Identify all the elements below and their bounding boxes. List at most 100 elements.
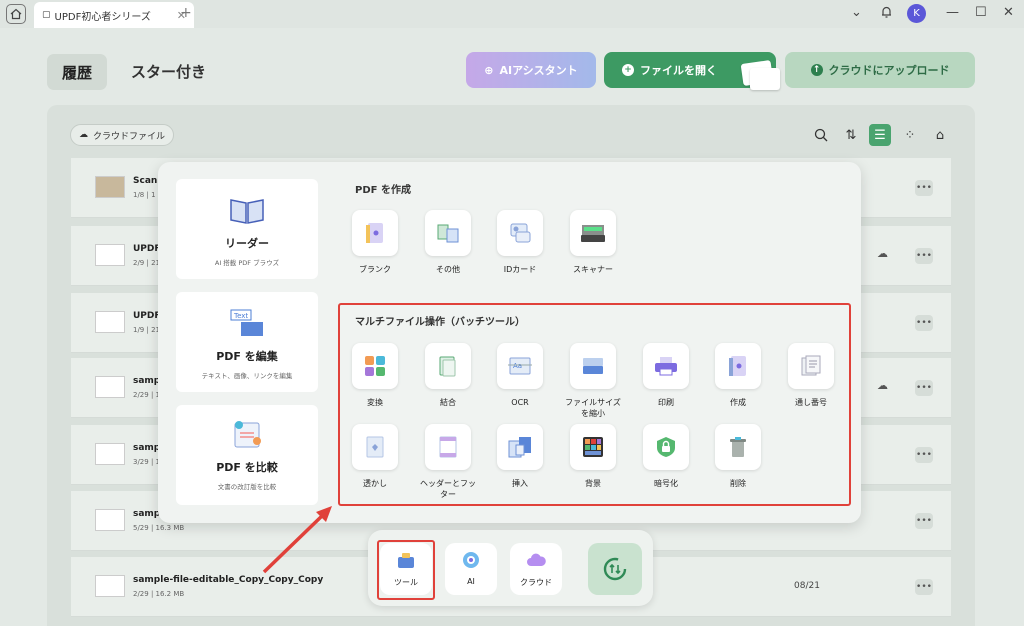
file-thumbnail	[95, 509, 125, 531]
dock-cloud-button[interactable]: クラウド	[510, 543, 562, 595]
tool-label: 結合	[440, 398, 456, 407]
id-card-icon	[510, 223, 531, 243]
create-blank-tool[interactable]: ブランク	[345, 210, 405, 275]
minimize-icon[interactable]: —	[946, 5, 959, 20]
edit-pdf-card[interactable]: Text PDF を編集 テキスト、画像、リンクを編集	[176, 292, 318, 392]
upload-to-cloud-button[interactable]: ↑ クラウドにアップロード	[785, 52, 975, 88]
more-options-button[interactable]: •••	[915, 447, 933, 463]
blank-page-icon	[366, 223, 383, 243]
file-thumbnail	[95, 176, 125, 198]
file-meta: 1/9 | 21	[133, 326, 160, 334]
file-name: UPDF	[133, 244, 161, 254]
more-options-button[interactable]: •••	[915, 248, 933, 264]
batch-compress-tool[interactable]: ファイルサイズを縮小	[563, 343, 623, 419]
grid-view-icon[interactable]: ⁘	[899, 124, 921, 146]
tool-label: 変換	[367, 398, 383, 407]
sync-arrows-icon	[603, 557, 627, 581]
batch-insert-tool[interactable]: 挿入	[490, 424, 550, 489]
file-date: 08/21	[794, 581, 820, 591]
other-formats-icon	[437, 224, 459, 243]
watermark-icon	[366, 436, 384, 458]
dock-ai-button[interactable]: AI	[445, 543, 497, 595]
more-options-button[interactable]: •••	[915, 579, 933, 595]
more-options-button[interactable]: •••	[915, 315, 933, 331]
create-id-card-tool[interactable]: IDカード	[490, 210, 550, 275]
plus-icon: +	[622, 64, 634, 76]
file-meta: 2/29 | 16.2 MB	[133, 590, 185, 598]
ai-target-icon: ⊕	[484, 63, 494, 77]
file-thumbnail	[95, 575, 125, 597]
more-options-button[interactable]: •••	[915, 380, 933, 396]
cloud-sync-icon: ☁	[877, 379, 888, 392]
file-thumbnail	[95, 244, 125, 266]
history-tab[interactable]: 履歴	[47, 54, 107, 90]
search-icon[interactable]	[810, 124, 832, 146]
file-meta: 5/29 | 16.3 MB	[133, 524, 185, 532]
batch-delete-tool[interactable]: 削除	[708, 424, 768, 489]
file-thumbnail	[95, 443, 125, 465]
reader-card[interactable]: リーダー AI 搭載 PDF ブラウズ	[176, 179, 318, 279]
background-palette-icon	[583, 437, 603, 457]
user-avatar[interactable]: K	[907, 4, 926, 23]
tool-label: ヘッダーとフッター	[420, 479, 476, 499]
list-view-icon[interactable]: ☰	[869, 124, 891, 146]
open-book-icon	[230, 199, 264, 224]
batch-create-tool[interactable]: 作成	[708, 343, 768, 408]
chevron-down-icon[interactable]: ⌄	[851, 5, 862, 20]
cloud-icon	[527, 553, 546, 566]
batch-header-footer-tool[interactable]: ヘッダーとフッター	[418, 424, 478, 500]
batch-print-tool[interactable]: 印刷	[636, 343, 696, 408]
cloud-files-filter[interactable]: ☁ クラウドファイル	[70, 124, 175, 146]
header-footer-icon	[439, 436, 457, 458]
batch-convert-tool[interactable]: 変換	[345, 343, 405, 408]
dock-sync-button[interactable]	[588, 543, 642, 595]
file-meta: 1/8 | 1	[133, 191, 156, 199]
file-meta: 2/29 | 1	[133, 391, 160, 399]
document-tab-label: UPDF初心者シリーズ	[54, 11, 151, 23]
home-icon	[10, 8, 22, 20]
file-meta: 3/29 | 1	[133, 458, 160, 466]
ai-assistant-label: AIアシスタント	[499, 64, 578, 77]
new-tab-button[interactable]: +	[180, 5, 192, 21]
create-scanner-tool[interactable]: スキャナー	[563, 210, 623, 275]
tool-label: 作成	[730, 398, 746, 407]
tool-label: OCR	[511, 398, 529, 407]
starred-tab[interactable]: スター付き	[131, 61, 206, 82]
delete-bin-icon[interactable]: ⌂	[929, 124, 951, 146]
compare-pdf-card[interactable]: PDF を比較 文書の改訂版を比較	[176, 405, 318, 505]
tool-label: スキャナー	[573, 265, 613, 274]
batch-background-tool[interactable]: 背景	[563, 424, 623, 489]
bell-icon[interactable]	[880, 5, 893, 23]
create-document-icon	[729, 356, 746, 376]
batch-watermark-tool[interactable]: 透かし	[345, 424, 405, 489]
more-options-button[interactable]: •••	[915, 513, 933, 529]
cloud-sync-icon: ☁	[877, 247, 888, 260]
tool-label: 印刷	[658, 398, 674, 407]
tool-label: 削除	[730, 479, 746, 488]
scanner-icon	[581, 225, 605, 242]
upload-arrow-icon: ↑	[810, 64, 823, 76]
sort-icon[interactable]: ⇅	[840, 124, 862, 146]
lock-shield-icon	[657, 437, 675, 457]
ai-assistant-button[interactable]: ⊕ AIアシスタント	[466, 52, 596, 88]
home-button[interactable]	[6, 4, 26, 24]
batch-bates-number-tool[interactable]: 通し番号	[781, 343, 841, 408]
compare-pdf-title: PDF を比較	[216, 461, 278, 474]
close-window-icon[interactable]: ✕	[1003, 5, 1014, 20]
svg-text:Aa: Aa	[513, 362, 522, 370]
create-other-tool[interactable]: その他	[418, 210, 478, 275]
upload-to-cloud-label: クラウドにアップロード	[828, 64, 950, 77]
dock-cloud-label: クラウド	[520, 578, 552, 587]
batch-ocr-tool[interactable]: Aa OCR	[490, 343, 550, 408]
maximize-icon[interactable]: ☐	[975, 5, 987, 20]
trash-bin-icon	[730, 437, 746, 457]
batch-combine-tool[interactable]: 結合	[418, 343, 478, 408]
file-thumbnail	[95, 376, 125, 398]
document-tab[interactable]: ▢ UPDF初心者シリーズ ✕	[34, 2, 194, 28]
tool-label: 透かし	[363, 479, 387, 488]
more-options-button[interactable]: •••	[915, 180, 933, 196]
batch-encrypt-tool[interactable]: 暗号化	[636, 424, 696, 489]
edit-pdf-subtitle: テキスト、画像、リンクを編集	[201, 372, 293, 380]
open-file-button[interactable]: + ファイルを開く	[604, 52, 780, 90]
dock-ai-label: AI	[467, 577, 475, 586]
